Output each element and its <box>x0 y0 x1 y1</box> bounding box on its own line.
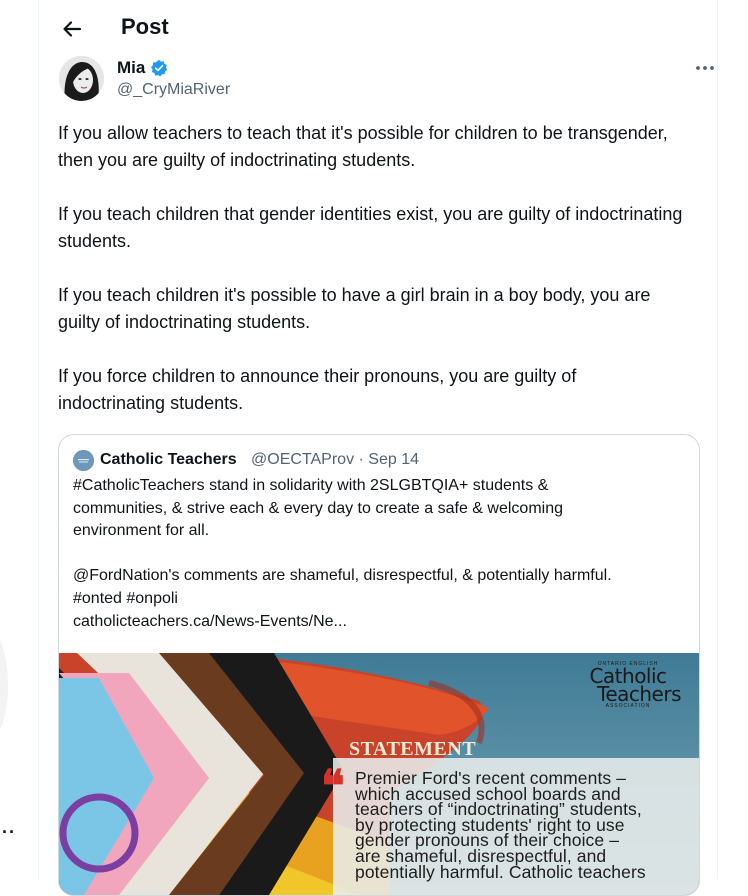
quoted-text-hashtags[interactable]: #onted #onpoli <box>73 588 685 611</box>
quoted-media-image[interactable]: ONTARIO ENGLISH Catholic Teachers ASSOCI… <box>59 653 699 895</box>
quoted-text-line: @FordNation's comments are shameful, dis… <box>73 567 612 585</box>
quote-mark-icon: ❝ <box>321 761 345 812</box>
more-horizontal-icon <box>696 66 714 70</box>
post-column: Post Mia @_CryMiaRiver If you allow teac… <box>38 0 718 896</box>
author-name[interactable]: Mia <box>117 58 145 78</box>
quoted-post[interactable]: Catholic Teachers @OECTAProv · Sep 14 #C… <box>58 434 700 896</box>
page-title: Post <box>121 14 169 39</box>
quoted-avatar-image <box>73 450 94 471</box>
post-text: If you allow teachers to teach that it's… <box>58 120 688 444</box>
left-sidebar-edge: ·· <box>0 0 40 879</box>
more-button[interactable] <box>687 56 723 80</box>
arrow-left-icon <box>63 21 82 37</box>
post-paragraph: If you force children to announce their … <box>58 366 577 413</box>
quoted-avatar[interactable] <box>73 450 94 471</box>
verified-badge-icon <box>150 59 168 77</box>
sidebar-shadow <box>0 630 8 740</box>
statement-text: Premier Ford's recent comments – which a… <box>355 769 695 882</box>
post-header: Post <box>39 0 717 56</box>
post-paragraph: If you teach children it's possible to h… <box>58 285 651 332</box>
avatar-image <box>59 56 104 101</box>
sidebar-more-icon[interactable]: ·· <box>2 822 16 843</box>
quoted-text-link[interactable]: catholicteachers.ca/News-Events/Ne... <box>73 611 685 634</box>
post-author: Mia @_CryMiaRiver <box>59 56 714 106</box>
statement-line: potentially harmful. Catholic teachers <box>355 861 646 882</box>
quoted-post-text: #CatholicTeachers stand in solidarity wi… <box>73 475 685 633</box>
avatar[interactable] <box>59 56 104 101</box>
quoted-author-meta[interactable]: @OECTAProv · Sep 14 <box>251 451 419 469</box>
quoted-text-line: communities, & strive each & every day t… <box>73 499 563 517</box>
back-button[interactable] <box>55 12 89 46</box>
quoted-post-header: Catholic Teachers @OECTAProv · Sep 14 <box>73 449 673 473</box>
author-handle[interactable]: @_CryMiaRiver <box>117 81 230 99</box>
post-paragraph: If you teach children that gender identi… <box>58 204 683 251</box>
brand-logo: ONTARIO ENGLISH Catholic Teachers ASSOCI… <box>589 661 681 709</box>
quoted-text-gap <box>73 543 685 566</box>
quoted-text-line: environment for all. <box>73 522 210 540</box>
quoted-text-line: #CatholicTeachers stand in solidarity wi… <box>73 477 549 494</box>
post-paragraph: If you allow teachers to teach that it's… <box>58 123 668 170</box>
quoted-author-name[interactable]: Catholic Teachers <box>100 451 237 469</box>
